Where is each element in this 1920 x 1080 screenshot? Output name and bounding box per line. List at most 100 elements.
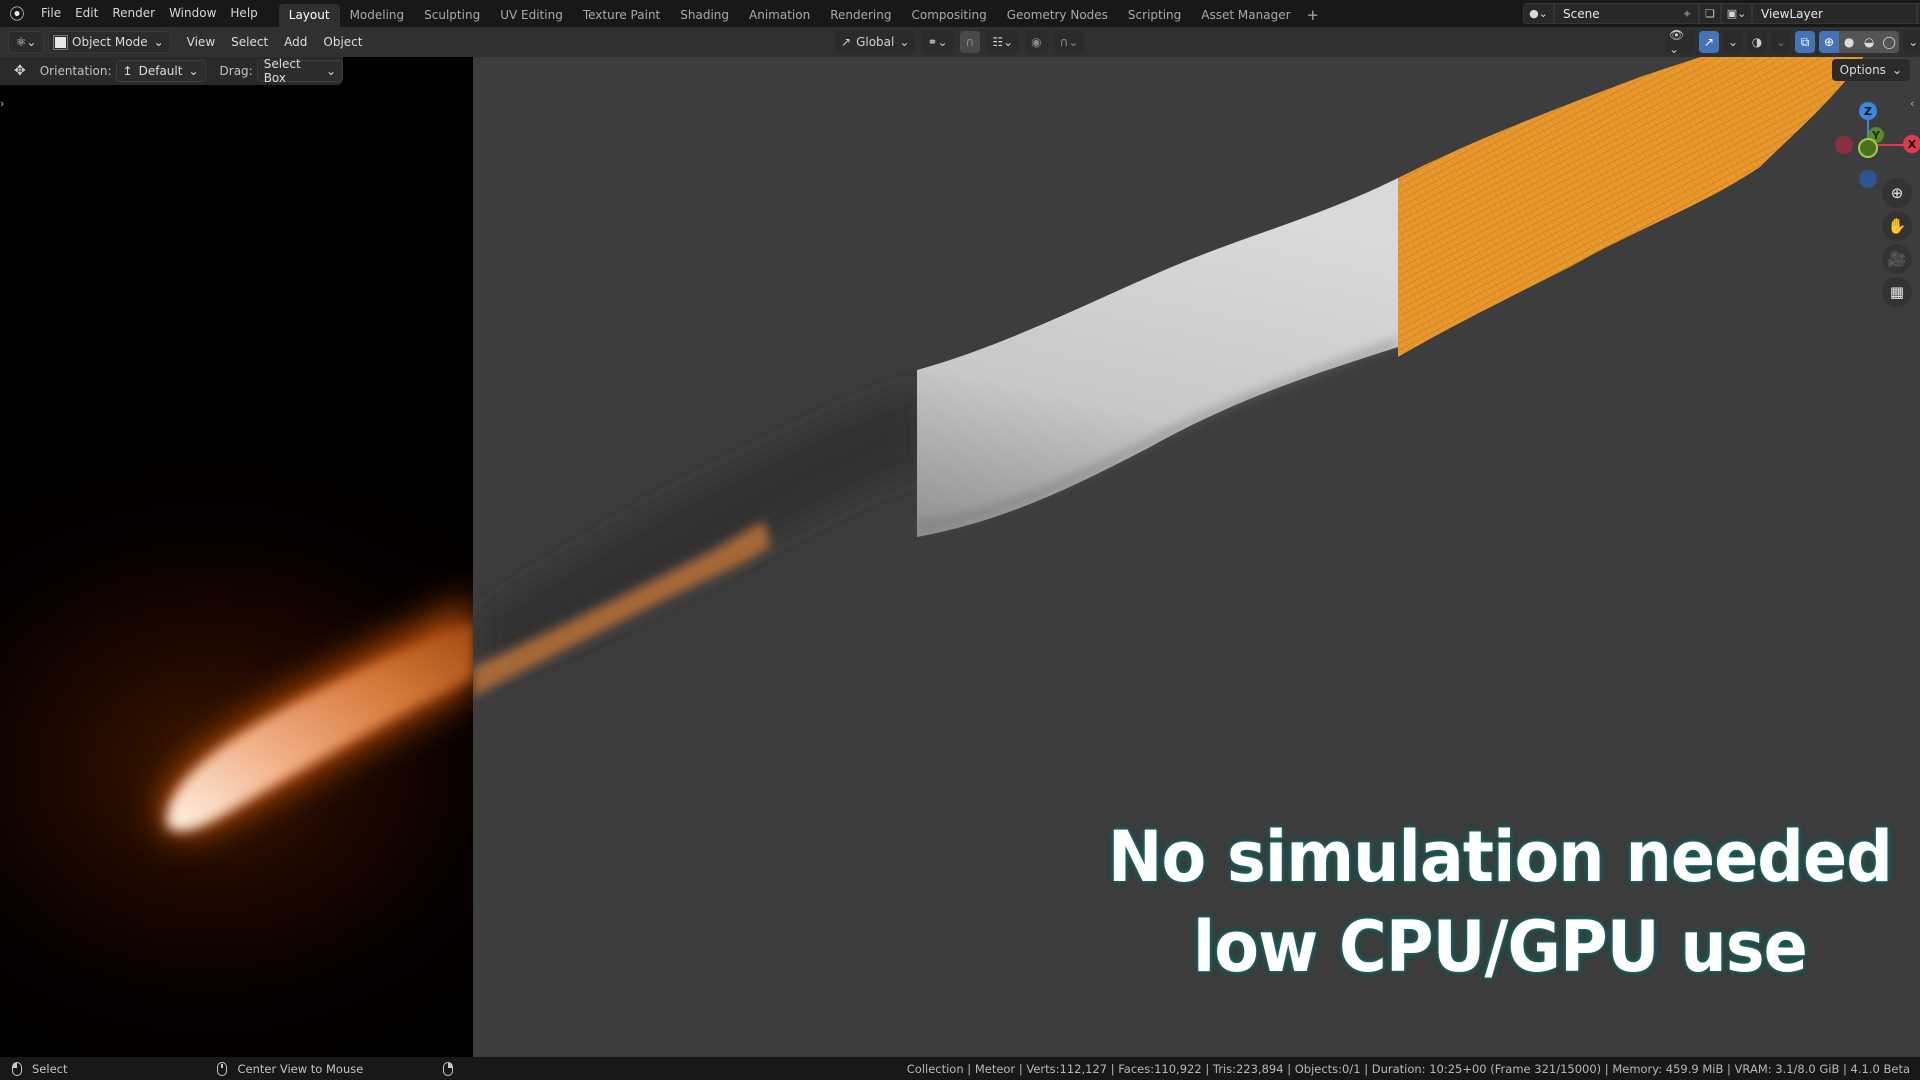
scene-browse-button[interactable]: ●⌄ (1523, 3, 1554, 24)
mouse-right-icon (443, 1061, 454, 1076)
status-left-click: Select (12, 1061, 67, 1076)
overlays-toggle[interactable]: ◑ (1747, 31, 1768, 53)
tab-asset-manager[interactable]: Asset Manager (1191, 4, 1300, 27)
pivot-point-dropdown[interactable]: ⚭⌄ (921, 31, 954, 53)
mode-dropdown[interactable]: Object Mode ⌄ (48, 31, 171, 53)
new-scene-button[interactable]: ❏ (1699, 3, 1721, 24)
blender-logo-icon[interactable]: ⦿ (0, 0, 34, 27)
meteor-mesh-solid[interactable] (917, 178, 1398, 537)
view-layer-name-field[interactable]: ViewLayer (1752, 3, 1917, 24)
meteor-mesh-wireframe-selected[interactable] (1398, 30, 1880, 357)
orientation-dropdown[interactable]: ↥ Default ⌄ (115, 60, 206, 82)
gizmo-toggle[interactable]: ↗ (1699, 31, 1720, 53)
scene-name: Scene (1563, 6, 1600, 21)
viewport-editor-icon: ⚛⌄ (15, 35, 37, 49)
snap-increment-icon: ☷⌄ (992, 35, 1014, 49)
orientation-gizmo-icon: ↥ (122, 64, 133, 78)
falloff-curve-icon: ∩⌄ (1059, 35, 1079, 49)
visibility-dropdown[interactable]: 👁⌄ (1666, 28, 1696, 56)
menu-edit[interactable]: Edit (68, 0, 105, 27)
zoom-view-button[interactable]: ⊕ (1882, 178, 1912, 208)
camera-view-button[interactable]: 🎥 (1882, 244, 1912, 274)
negative-y-axis-handle[interactable] (1858, 138, 1878, 158)
negative-z-axis-handle[interactable] (1859, 170, 1877, 188)
grid-icon: ▦ (1889, 283, 1905, 301)
menu-help[interactable]: Help (223, 0, 264, 27)
toolbar-expand-arrow[interactable]: › (0, 97, 10, 117)
drag-dropdown[interactable]: Select Box ⌄ (256, 57, 343, 85)
tab-shading[interactable]: Shading (670, 4, 739, 27)
snap-toggle[interactable]: ∩ (959, 31, 981, 53)
ortho-toggle-button[interactable]: ▦ (1882, 277, 1912, 307)
gizmo-icon: ↗ (1704, 35, 1715, 49)
menu-file[interactable]: File (34, 0, 68, 27)
gizmo-dropdown[interactable]: ⌄ (1723, 31, 1744, 53)
material-sphere-icon: ◒ (1863, 35, 1875, 49)
xray-toggle[interactable]: ⧉ (1795, 31, 1816, 53)
tab-modeling[interactable]: Modeling (340, 4, 415, 27)
chevron-down-icon: ⌄ (1728, 35, 1739, 49)
render-preview-panel[interactable] (0, 57, 473, 1057)
status-right-click (443, 1061, 454, 1076)
menu-select[interactable]: Select (223, 35, 276, 49)
zoom-in-icon: ⊕ (1890, 184, 1904, 202)
tab-sculpting[interactable]: Sculpting (414, 4, 490, 27)
editor-type-button[interactable]: ⚛⌄ (8, 31, 44, 53)
scene-selector: ●⌄ Scene ✦ ❏ ✕ (1523, 3, 1743, 24)
move-tool-icon[interactable]: ✥ (14, 63, 26, 79)
chevron-down-icon: ⌄ (899, 35, 910, 49)
tab-scripting[interactable]: Scripting (1118, 4, 1191, 27)
tab-compositing[interactable]: Compositing (901, 4, 996, 27)
scene-name-field[interactable]: Scene ✦ (1554, 3, 1699, 24)
pin-icon[interactable]: ✦ (1682, 7, 1692, 21)
solid-sphere-icon: ● (1843, 35, 1855, 49)
orientation-value: Default (138, 64, 183, 78)
falloff-dropdown[interactable]: ∩⌄ (1053, 31, 1085, 53)
shading-dropdown[interactable]: ⌄ (1903, 31, 1920, 53)
shading-rendered-button[interactable]: ◯ (1879, 31, 1900, 53)
pivot-icon: ⚭⌄ (927, 35, 948, 49)
menu-add[interactable]: Add (276, 35, 315, 49)
tab-texture-paint[interactable]: Texture Paint (573, 4, 670, 27)
shading-wireframe-button[interactable]: ⊕ (1819, 31, 1840, 53)
view-layer-name: ViewLayer (1761, 6, 1823, 21)
overlays-icon: ◑ (1751, 35, 1763, 49)
add-workspace-button[interactable]: + (1301, 4, 1326, 27)
shading-solid-button[interactable]: ● (1839, 31, 1860, 53)
workspace-tabs: Layout Modeling Sculpting UV Editing Tex… (278, 0, 1326, 27)
proportional-edit-toggle[interactable]: ◉ (1025, 31, 1048, 53)
menu-view[interactable]: View (179, 35, 223, 49)
object-mode-icon (53, 34, 68, 50)
snap-target-dropdown[interactable]: ☷⌄ (986, 31, 1020, 53)
negative-x-axis-handle[interactable] (1835, 136, 1853, 154)
camera-icon: 🎥 (1887, 250, 1907, 268)
mouse-left-icon (12, 1061, 22, 1076)
status-bar: Select Center View to Mouse Collection |… (0, 1057, 1920, 1080)
options-dropdown[interactable]: Options ⌄ (1831, 59, 1910, 81)
wireframe-sphere-icon: ⊕ (1824, 35, 1835, 49)
mode-label: Object Mode (72, 35, 148, 49)
viewport-header: ⚛⌄ Object Mode ⌄ View Select Add Object … (0, 27, 1920, 57)
z-axis-handle[interactable]: Z (1859, 102, 1877, 120)
overlays-dropdown[interactable]: ⌄ (1771, 31, 1792, 53)
x-axis-handle[interactable]: X (1903, 135, 1920, 153)
tab-geometry-nodes[interactable]: Geometry Nodes (997, 4, 1118, 27)
drag-label: Drag: (219, 64, 253, 78)
view-layer-browse-button[interactable]: ▣⌄ (1721, 3, 1752, 24)
hand-icon: ✋ (1887, 217, 1907, 235)
menu-render[interactable]: Render (105, 0, 162, 27)
tab-layout[interactable]: Layout (278, 4, 340, 27)
tab-rendering[interactable]: Rendering (820, 4, 901, 27)
3d-viewport[interactable]: › ‹ ⚛⌄ Object Mode ⌄ View Select Add Obj… (0, 27, 1920, 1057)
menu-window[interactable]: Window (162, 0, 223, 27)
tab-animation[interactable]: Animation (739, 4, 820, 27)
rendered-sphere-icon: ◯ (1882, 35, 1896, 49)
menu-object[interactable]: Object (315, 35, 370, 49)
transform-orientation-dropdown[interactable]: ↗ Global ⌄ (835, 31, 916, 53)
pan-view-button[interactable]: ✋ (1882, 211, 1912, 241)
chevron-down-icon: ⌄ (153, 35, 164, 49)
shading-material-button[interactable]: ◒ (1859, 31, 1880, 53)
options-label: Options (1839, 63, 1886, 77)
xray-icon: ⧉ (1800, 34, 1810, 49)
tab-uv-editing[interactable]: UV Editing (490, 4, 573, 27)
